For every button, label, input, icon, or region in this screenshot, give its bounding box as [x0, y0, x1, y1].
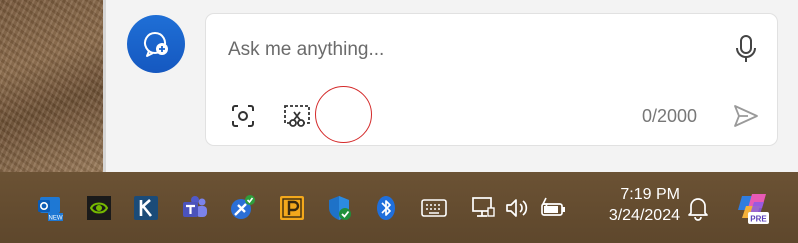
- teams-icon: [183, 196, 207, 217]
- outlook-taskbar-button[interactable]: NEW: [36, 194, 64, 222]
- new-chat-button[interactable]: [127, 15, 185, 73]
- defender-taskbar-button[interactable]: [326, 194, 354, 222]
- nvidia-icon: [87, 196, 111, 220]
- clock-date: 3/24/2024: [608, 207, 680, 224]
- chat-composer: 0/2000: [205, 13, 778, 146]
- character-counter: 0/2000: [642, 106, 698, 126]
- screenshot-icon: [232, 105, 254, 127]
- copilot-icon: PRE: [738, 194, 769, 224]
- teams-taskbar-button[interactable]: [181, 194, 209, 222]
- copilot-taskbar-button[interactable]: PRE: [736, 190, 770, 226]
- snip-button[interactable]: [282, 101, 312, 131]
- desktop-wallpaper: [0, 0, 103, 172]
- k-app-taskbar-button[interactable]: [132, 194, 160, 222]
- volume-taskbar-button[interactable]: [503, 194, 531, 222]
- network-taskbar-button[interactable]: [469, 194, 497, 222]
- volume-icon: [506, 199, 528, 217]
- clock-time: 7:19 PM: [620, 186, 680, 203]
- new-chat-icon: [144, 32, 168, 57]
- notifications-icon: [688, 198, 708, 221]
- snip-icon: [284, 105, 310, 127]
- battery-icon: [541, 197, 565, 216]
- nvidia-taskbar-button[interactable]: [85, 194, 113, 222]
- tools-app-taskbar-button[interactable]: [229, 194, 257, 222]
- keyboard-taskbar-button[interactable]: [420, 194, 448, 222]
- copilot-badge: PRE: [750, 215, 767, 224]
- keyboard-icon: [421, 199, 447, 217]
- bluetooth-icon: [377, 196, 395, 220]
- p-app-icon: [280, 196, 304, 220]
- screenshot-button[interactable]: [228, 101, 258, 131]
- microphone-icon[interactable]: [735, 34, 757, 64]
- send-icon[interactable]: [732, 102, 760, 130]
- outlook-badge: NEW: [49, 216, 63, 222]
- outlook-icon: NEW: [38, 197, 63, 222]
- battery-taskbar-button[interactable]: [539, 194, 567, 222]
- k-app-icon: [134, 196, 158, 220]
- network-icon: [472, 197, 495, 217]
- defender-icon: [329, 196, 351, 220]
- prompt-input[interactable]: [228, 36, 708, 64]
- bluetooth-taskbar-button[interactable]: [372, 194, 400, 222]
- click-indicator: [315, 86, 372, 143]
- tools-app-icon: [231, 195, 255, 219]
- p-app-taskbar-button[interactable]: [278, 194, 306, 222]
- taskbar-clock[interactable]: 7:19 PM 3/24/2024: [590, 184, 680, 226]
- notifications-button[interactable]: [684, 194, 712, 222]
